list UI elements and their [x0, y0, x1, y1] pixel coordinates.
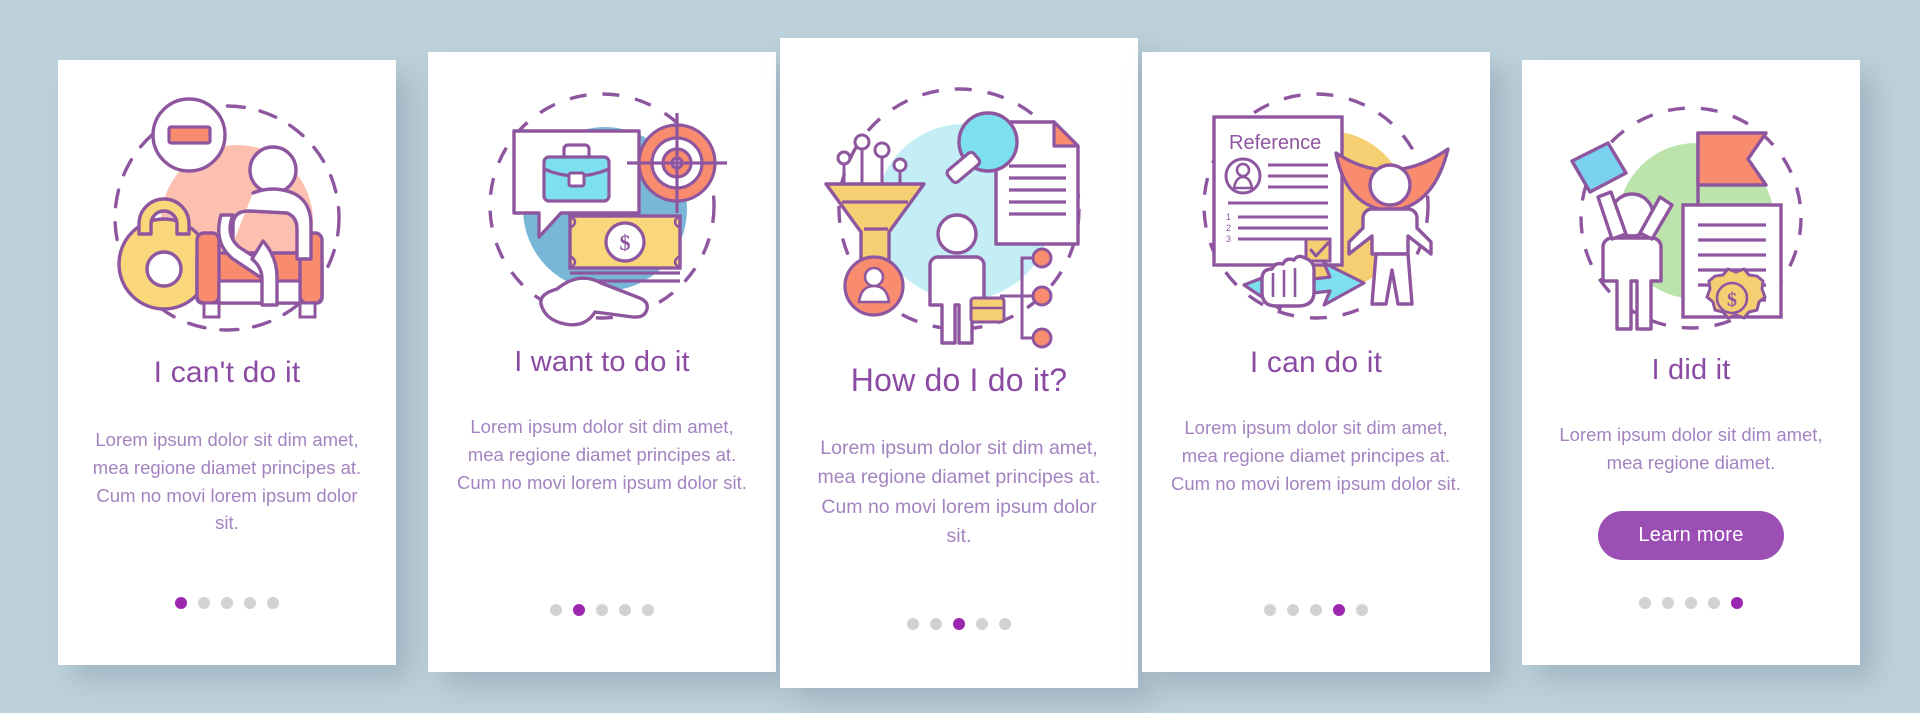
card-description: Lorem ipsum dolor sit dim amet, mea regi…: [1559, 424, 1823, 473]
pagination-dots-1[interactable]: [175, 597, 279, 609]
svg-text:$: $: [620, 230, 631, 255]
card-title: I can't do it: [153, 356, 301, 389]
card-title: How do I do it?: [850, 362, 1068, 398]
svg-text:1: 1: [1226, 212, 1231, 222]
pagination-dot-2[interactable]: [573, 604, 585, 616]
onboarding-card-2[interactable]: $ I want to do it Lorem ipsum dolor sit …: [428, 52, 776, 672]
pagination-dot-2[interactable]: [198, 597, 210, 609]
pagination-dot-5[interactable]: [642, 604, 654, 616]
card-description: Lorem ipsum dolor sit dim amet, mea regi…: [1171, 417, 1461, 494]
onboarding-card-1[interactable]: I can't do it Lorem ipsum dolor sit dim …: [58, 60, 396, 665]
pagination-dots-2[interactable]: [550, 604, 654, 616]
pagination-dot-4[interactable]: [1333, 604, 1345, 616]
pagination-dots-3[interactable]: [907, 618, 1011, 630]
pagination-dot-3[interactable]: [1310, 604, 1322, 616]
pagination-dot-4[interactable]: [619, 604, 631, 616]
pagination-dots-4[interactable]: [1264, 604, 1368, 616]
pagination-dot-1[interactable]: [175, 597, 187, 609]
svg-text:3: 3: [1226, 234, 1231, 244]
card-title: I can do it: [1249, 346, 1383, 379]
card-description: Lorem ipsum dolor sit dim amet, mea regi…: [817, 437, 1101, 547]
pagination-dot-3[interactable]: [1685, 597, 1697, 609]
pagination-dot-2[interactable]: [930, 618, 942, 630]
card-description: Lorem ipsum dolor sit dim amet, mea regi…: [92, 429, 362, 534]
onboarding-card-3[interactable]: How do I do it? Lorem ipsum dolor sit di…: [780, 38, 1138, 688]
pagination-dot-1[interactable]: [550, 604, 562, 616]
pagination-dot-1[interactable]: [1264, 604, 1276, 616]
pagination-dot-5[interactable]: [267, 597, 279, 609]
illustration-2: $: [428, 74, 776, 342]
pagination-dot-5[interactable]: [1731, 597, 1743, 609]
illustration-4: Reference 123: [1142, 74, 1490, 342]
illustration-5: $: [1522, 84, 1860, 352]
pagination-dot-4[interactable]: [1708, 597, 1720, 609]
svg-text:$: $: [1727, 289, 1737, 311]
learn-more-button[interactable]: Learn more: [1598, 510, 1784, 560]
svg-text:2: 2: [1226, 223, 1231, 233]
card-title: I want to do it: [514, 346, 690, 378]
pagination-dot-5[interactable]: [999, 618, 1011, 630]
pagination-dot-5[interactable]: [1356, 604, 1368, 616]
pagination-dot-3[interactable]: [221, 597, 233, 609]
pagination-dots-5[interactable]: [1639, 597, 1743, 609]
pagination-dot-2[interactable]: [1287, 604, 1299, 616]
illustration-3: [780, 66, 1138, 356]
reference-label: Reference: [1229, 132, 1321, 154]
pagination-dot-3[interactable]: [953, 618, 965, 630]
pagination-dot-2[interactable]: [1662, 597, 1674, 609]
onboarding-card-4[interactable]: Reference 123 I can do it Lorem ipsum do…: [1142, 52, 1490, 672]
pagination-dot-4[interactable]: [976, 618, 988, 630]
pagination-dot-1[interactable]: [1639, 597, 1651, 609]
pagination-dot-1[interactable]: [907, 618, 919, 630]
pagination-dot-3[interactable]: [596, 604, 608, 616]
pagination-dot-4[interactable]: [244, 597, 256, 609]
onboarding-screens-stage: I can't do it Lorem ipsum dolor sit dim …: [0, 0, 1920, 713]
onboarding-card-5[interactable]: $ I did it Lorem ipsum dolor sit dim ame…: [1522, 60, 1860, 665]
card-title: I did it: [1651, 354, 1731, 386]
illustration-1: [58, 84, 396, 352]
card-description: Lorem ipsum dolor sit dim amet, mea regi…: [457, 416, 747, 493]
